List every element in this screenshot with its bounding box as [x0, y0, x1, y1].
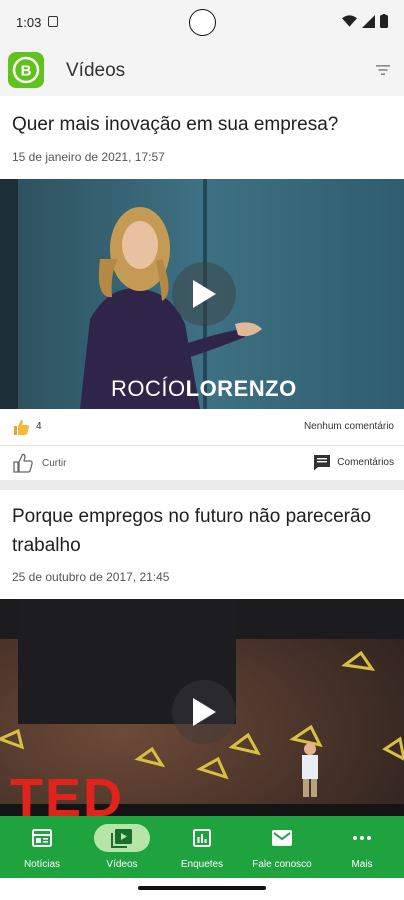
post-title[interactable]: Porque empregos no futuro não parecerão …	[12, 502, 392, 560]
thumbs-up-icon	[13, 453, 33, 473]
news-icon	[32, 829, 52, 847]
post-date: 25 de outubro de 2017, 21:45	[12, 570, 170, 584]
video-player[interactable]: TED	[0, 599, 404, 816]
comments-button[interactable]: Comentários	[313, 454, 394, 471]
post-divider	[0, 480, 404, 490]
status-icons	[342, 14, 388, 28]
play-icon	[193, 280, 216, 308]
caption-first-name: ROCÍO	[111, 376, 186, 401]
poll-icon	[193, 829, 211, 847]
comment-count[interactable]: Nenhum comentário	[304, 421, 394, 432]
notification-icon	[48, 16, 58, 27]
play-button[interactable]	[172, 680, 236, 744]
reaction-row: 4 Nenhum comentário	[0, 409, 404, 445]
nav-label: Notícias	[23, 859, 61, 870]
more-icon	[353, 836, 371, 840]
nav-label: Mais	[351, 859, 373, 870]
nav-item-mais[interactable]: Mais	[322, 816, 402, 878]
nav-label: Vídeos	[106, 859, 138, 870]
nav-item-enquetes[interactable]: Enquetes	[162, 816, 242, 878]
ted-logo: TED	[10, 768, 124, 816]
video-player[interactable]: ROCÍOLORENZO	[0, 179, 404, 409]
status-bar: 1:03	[0, 0, 404, 44]
logo-icon: B	[12, 56, 40, 84]
signal-icon	[362, 14, 375, 28]
battery-icon	[380, 14, 388, 28]
play-icon	[193, 698, 216, 726]
nav-label: Enquetes	[180, 859, 224, 870]
action-row: Curtir Comentários	[0, 445, 404, 481]
bottom-navigation: Notícias Vídeos Enquetes Fale conosco Ma…	[0, 816, 404, 878]
like-button[interactable]: Curtir	[12, 452, 66, 474]
mail-icon	[272, 830, 292, 846]
video-feed[interactable]: Quer mais inovação em sua empresa? 15 de…	[0, 96, 404, 816]
post-title[interactable]: Quer mais inovação em sua empresa?	[12, 110, 392, 139]
app-logo: B	[8, 52, 44, 88]
play-button[interactable]	[172, 262, 236, 326]
comment-icon	[314, 455, 331, 471]
gesture-area	[0, 878, 404, 900]
like-count: 4	[36, 421, 42, 432]
home-gesture-bar[interactable]	[138, 886, 266, 890]
caption-last-name: LORENZO	[185, 376, 297, 401]
video-caption: ROCÍOLORENZO	[111, 376, 297, 402]
like-label: Curtir	[42, 457, 67, 469]
app-bar: B Vídeos	[0, 44, 404, 96]
nav-label: Fale conosco	[252, 859, 312, 870]
post-card: Quer mais inovação em sua empresa? 15 de…	[0, 96, 404, 482]
thumbs-up-emoji-icon	[14, 419, 30, 435]
wifi-icon	[342, 15, 357, 27]
page-title: Vídeos	[66, 60, 126, 81]
nav-item-noticias[interactable]: Notícias	[2, 816, 82, 878]
nav-item-videos[interactable]: Vídeos	[82, 816, 162, 878]
logo-letter: B	[21, 63, 32, 80]
post-date: 15 de janeiro de 2021, 17:57	[12, 150, 165, 164]
nav-item-fale-conosco[interactable]: Fale conosco	[242, 816, 322, 878]
camera-cutout	[189, 9, 216, 36]
video-icon	[111, 829, 132, 848]
status-time: 1:03	[16, 15, 42, 30]
post-card: Porque empregos no futuro não parecerão …	[0, 490, 404, 816]
comments-label: Comentários	[337, 457, 394, 468]
filter-icon[interactable]	[376, 64, 390, 76]
